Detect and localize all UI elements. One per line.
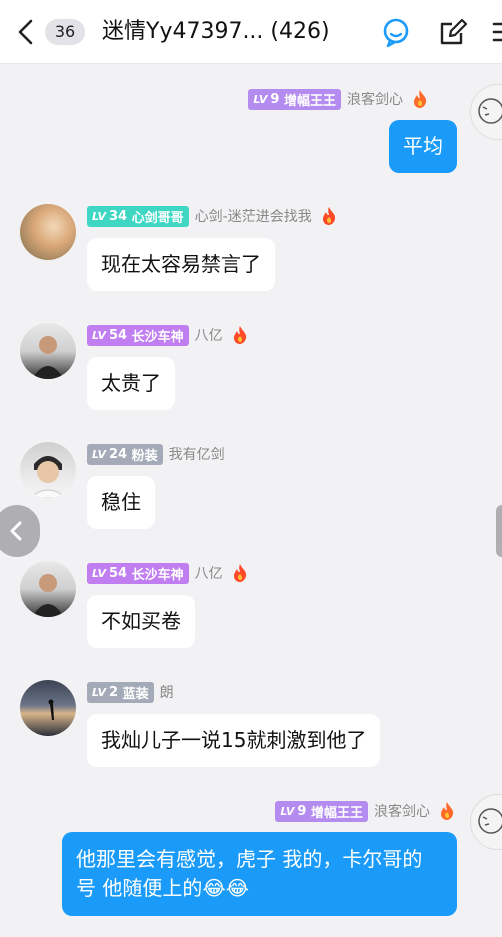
message-bubble[interactable]: 不如买卷 (87, 595, 195, 648)
message-row: LV 9 增幅王王 浪客剑心 他那里会有感觉，虎子 我的，卡尔哥的 号 他随便上的… (0, 794, 502, 928)
level-title: 增幅王王 (283, 93, 336, 109)
level-badge: LV 54 长沙车神 (87, 324, 189, 346)
user-avatar[interactable] (20, 442, 76, 498)
fire-icon (233, 564, 246, 582)
fire-icon (414, 90, 427, 108)
user-avatar[interactable] (20, 204, 76, 260)
chat-header: 36 迷情Yy47397... (426) (0, 0, 502, 64)
level-number: 54 (109, 565, 128, 581)
side-drawer-handle[interactable] (496, 505, 502, 557)
level-title: 长沙车神 (131, 329, 184, 345)
message-meta: LV 2 蓝装 朗 (87, 681, 174, 703)
level-title: 长沙车神 (131, 567, 184, 583)
level-number: 54 (109, 327, 128, 343)
chat-title: 迷情Yy47397... (426) (102, 19, 330, 44)
sender-nickname[interactable]: 心剑-迷茫进会找我 (195, 206, 312, 226)
level-title: 增幅王王 (310, 805, 363, 821)
edit-icon[interactable] (437, 16, 469, 48)
chat-bubble-icon[interactable] (380, 16, 412, 48)
user-avatar[interactable] (20, 561, 76, 617)
message-meta: LV 24 粉装 我有亿剑 (87, 443, 225, 465)
level-badge: LV 9 增幅王王 (248, 88, 341, 110)
message-row: LV 24 粉装 我有亿剑 稳住 (0, 442, 502, 542)
level-number: 9 (297, 803, 307, 819)
chevron-left-icon[interactable] (14, 18, 38, 46)
level-title: 粉装 (131, 448, 158, 464)
level-number: 2 (109, 684, 119, 700)
message-row: LV 54 长沙车神 八亿 太贵了 (0, 323, 502, 423)
message-row: LV 9 增幅王王 浪客剑心 平均 (0, 84, 502, 184)
message-row: LV 2 蓝装 朗 我灿儿子一说15就刺激到他了 (0, 680, 502, 780)
message-meta: LV 34 心剑哥哥 心剑-迷茫进会找我 (87, 205, 338, 227)
menu-icon[interactable] (492, 16, 502, 48)
level-badge: LV 2 蓝装 (87, 681, 154, 703)
level-title: 蓝装 (122, 686, 149, 702)
message-meta: LV 54 长沙车神 八亿 (87, 324, 249, 346)
message-bubble[interactable]: 太贵了 (87, 357, 175, 410)
level-number: 9 (270, 91, 280, 107)
message-bubble[interactable]: 他那里会有感觉，虎子 我的，卡尔哥的 号 他随便上的😂😂 (62, 832, 457, 916)
fire-icon (233, 326, 246, 344)
message-bubble[interactable]: 稳住 (87, 476, 155, 529)
level-title: 心剑哥哥 (131, 210, 184, 226)
level-badge: LV 9 增幅王王 (275, 800, 368, 822)
message-meta: LV 9 增幅王王 浪客剑心 (275, 800, 456, 822)
level-number: 34 (109, 208, 128, 224)
fire-icon (441, 802, 454, 820)
chevron-left-icon (10, 521, 22, 541)
level-badge: LV 54 长沙车神 (87, 562, 189, 584)
message-row: LV 34 心剑哥哥 心剑-迷茫进会找我 现在太容易禁言了 (0, 204, 502, 304)
sender-nickname[interactable]: 八亿 (195, 563, 223, 583)
user-avatar[interactable] (20, 323, 76, 379)
message-bubble[interactable]: 平均 (389, 120, 457, 173)
level-badge: LV 24 粉装 (87, 443, 163, 465)
fire-icon (322, 207, 335, 225)
sender-nickname[interactable]: 朗 (160, 682, 174, 702)
message-meta: LV 54 长沙车神 八亿 (87, 562, 249, 584)
sender-nickname[interactable]: 八亿 (195, 325, 223, 345)
message-bubble[interactable]: 我灿儿子一说15就刺激到他了 (87, 714, 381, 767)
user-avatar[interactable] (470, 84, 502, 140)
sender-nickname[interactable]: 我有亿剑 (169, 444, 225, 464)
level-badge: LV 34 心剑哥哥 (87, 205, 189, 227)
sender-nickname[interactable]: 浪客剑心 (374, 801, 430, 821)
sender-nickname[interactable]: 浪客剑心 (347, 89, 403, 109)
user-avatar[interactable] (470, 794, 502, 850)
message-bubble[interactable]: 现在太容易禁言了 (87, 238, 275, 291)
level-number: 24 (109, 446, 128, 462)
message-row: LV 54 长沙车神 八亿 不如买卷 (0, 561, 502, 661)
message-meta: LV 9 增幅王王 浪客剑心 (248, 88, 429, 110)
scroll-left-button[interactable] (0, 505, 40, 557)
unread-count-badge[interactable]: 36 (45, 19, 85, 45)
user-avatar[interactable] (20, 680, 76, 736)
